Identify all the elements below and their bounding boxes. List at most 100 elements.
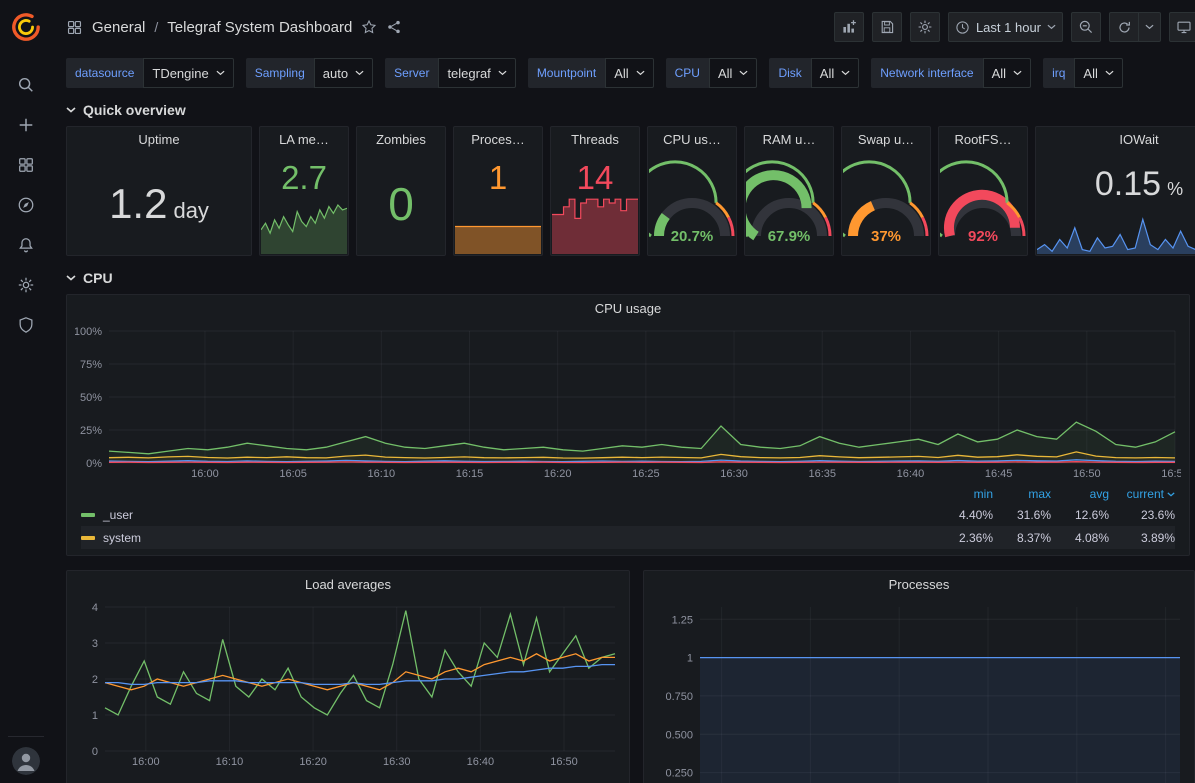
svg-text:16:45: 16:45 [985, 468, 1013, 480]
user-avatar[interactable] [12, 747, 40, 775]
dashboards-icon[interactable] [9, 152, 43, 178]
chevron-down-icon [66, 107, 76, 113]
variable-network-interface: Network interface All [871, 58, 1031, 88]
legend-row-system: system 2.36% 8.37% 4.08% 3.89% [81, 526, 1175, 549]
variable-value-dropdown[interactable]: auto [314, 58, 373, 88]
svg-text:16:20: 16:20 [299, 756, 327, 768]
variable-value-dropdown[interactable]: telegraf [438, 58, 515, 88]
svg-text:16:25: 16:25 [632, 468, 660, 480]
variable-label: Disk [769, 58, 810, 88]
panel-title[interactable]: Processes [644, 571, 1194, 599]
row-header-quick-overview[interactable]: Quick overview [66, 98, 1195, 122]
save-dashboard-button[interactable] [872, 12, 902, 42]
panel-title[interactable]: Uptime [67, 127, 251, 153]
share-icon[interactable] [386, 19, 402, 35]
panel-ram-usage-gauge: RAM u… 67.9% [744, 126, 834, 256]
panel-title[interactable]: Proces… [454, 127, 542, 153]
variable-irq: irq All [1043, 58, 1123, 88]
explore-compass-icon[interactable] [9, 192, 43, 218]
alerting-bell-icon[interactable] [9, 232, 43, 258]
svg-text:100%: 100% [75, 326, 102, 338]
panel-title[interactable]: Zombies [357, 127, 445, 153]
series-color-dash [81, 536, 95, 540]
panel-uptime: Uptime 1.2 day [66, 126, 252, 256]
bottom-panels: Load averages 0123416:0016:1016:2016:301… [66, 570, 1195, 783]
svg-text:3: 3 [92, 638, 98, 650]
tv-kiosk-button[interactable] [1169, 12, 1195, 42]
legend-sort-max[interactable]: max [993, 487, 1051, 501]
breadcrumb-section[interactable]: General [92, 19, 145, 36]
refresh-button[interactable] [1109, 12, 1139, 42]
server-admin-shield-icon[interactable] [9, 312, 43, 338]
chevron-down-icon [66, 275, 76, 281]
variable-label: datasource [66, 58, 143, 88]
svg-text:0%: 0% [86, 458, 102, 470]
processes-chart[interactable]: 0.2500.5000.75011.25 [652, 599, 1186, 783]
row-header-cpu[interactable]: CPU [66, 266, 1195, 290]
svg-text:16:40: 16:40 [467, 756, 495, 768]
svg-text:16:40: 16:40 [897, 468, 925, 480]
panel-cpu-usage: CPU usage 0%25%50%75%100%16:0016:0516:10… [66, 294, 1190, 556]
panel-title[interactable]: CPU us… [648, 127, 736, 153]
zoom-out-button[interactable] [1071, 12, 1101, 42]
panel-title[interactable]: LA me… [260, 127, 348, 153]
configuration-gear-icon[interactable] [9, 272, 43, 298]
apps-grid-icon [66, 19, 83, 36]
sidebar-nav [9, 72, 43, 338]
legend-sort-min[interactable]: min [935, 487, 993, 501]
stat-value: 2.7 [281, 161, 327, 194]
variable-value-dropdown[interactable]: All [709, 58, 757, 88]
variable-value-dropdown[interactable]: TDengine [143, 58, 233, 88]
legend-min: 2.36% [935, 531, 993, 545]
refresh-interval-dropdown[interactable] [1139, 12, 1161, 42]
svg-text:1: 1 [92, 710, 98, 722]
top-navbar: General / Telegraf System Dashboard [52, 0, 1195, 54]
panel-title[interactable]: RootFS… [939, 127, 1027, 153]
sparkline [455, 224, 541, 254]
search-icon[interactable] [9, 72, 43, 98]
legend-avg: 12.6% [1051, 508, 1109, 522]
variable-value-dropdown[interactable]: All [605, 58, 653, 88]
variable-value-dropdown[interactable]: All [983, 58, 1031, 88]
variable-value-dropdown[interactable]: All [1074, 58, 1122, 88]
refresh-group [1109, 12, 1161, 42]
stat-value: 1.2 [109, 183, 167, 225]
legend-sort-avg[interactable]: avg [1051, 487, 1109, 501]
dashboard-settings-button[interactable] [910, 12, 940, 42]
svg-text:4: 4 [92, 602, 98, 614]
variable-datasource: datasource TDengine [66, 58, 234, 88]
legend-series-toggle[interactable]: _user [81, 508, 935, 522]
grafana-logo[interactable] [9, 10, 43, 44]
panel-title[interactable]: CPU usage [67, 295, 1189, 323]
load-averages-chart[interactable]: 0123416:0016:1016:2016:3016:4016:50 [75, 599, 621, 771]
legend-min: 4.40% [935, 508, 993, 522]
svg-text:16:30: 16:30 [383, 756, 411, 768]
svg-text:16:00: 16:00 [191, 468, 219, 480]
time-range-picker[interactable]: Last 1 hour [948, 12, 1063, 42]
stat-value: 1 [489, 161, 507, 194]
panel-title[interactable]: RAM u… [745, 127, 833, 153]
stat-value: 14 [577, 161, 614, 194]
add-panel-button[interactable] [834, 12, 864, 42]
create-icon[interactable] [9, 112, 43, 138]
panel-title[interactable]: Threads [551, 127, 639, 153]
variable-label: CPU [666, 58, 709, 88]
star-icon[interactable] [361, 19, 377, 35]
panel-title[interactable]: Load averages [67, 571, 629, 599]
legend-sort-current[interactable]: current [1109, 487, 1175, 501]
svg-text:0: 0 [92, 746, 98, 758]
panel-load-averages: Load averages 0123416:0016:1016:2016:301… [66, 570, 630, 783]
variable-server: Server telegraf [385, 58, 516, 88]
dashboard-title: Telegraf System Dashboard [167, 19, 352, 36]
panel-title[interactable]: IOWait [1036, 127, 1195, 153]
svg-text:0.250: 0.250 [665, 768, 693, 780]
grafana-logo-icon [11, 12, 41, 42]
cpu-usage-chart[interactable]: 0%25%50%75%100%16:0016:0516:1016:1516:20… [75, 323, 1181, 483]
legend-series-toggle[interactable]: system [81, 531, 935, 545]
panel-title[interactable]: Swap u… [842, 127, 930, 153]
series-color-dash [81, 513, 95, 517]
chevron-down-icon [1167, 492, 1175, 497]
legend-current: 3.89% [1109, 531, 1175, 545]
variable-label: Server [385, 58, 438, 88]
variable-value-dropdown[interactable]: All [811, 58, 859, 88]
